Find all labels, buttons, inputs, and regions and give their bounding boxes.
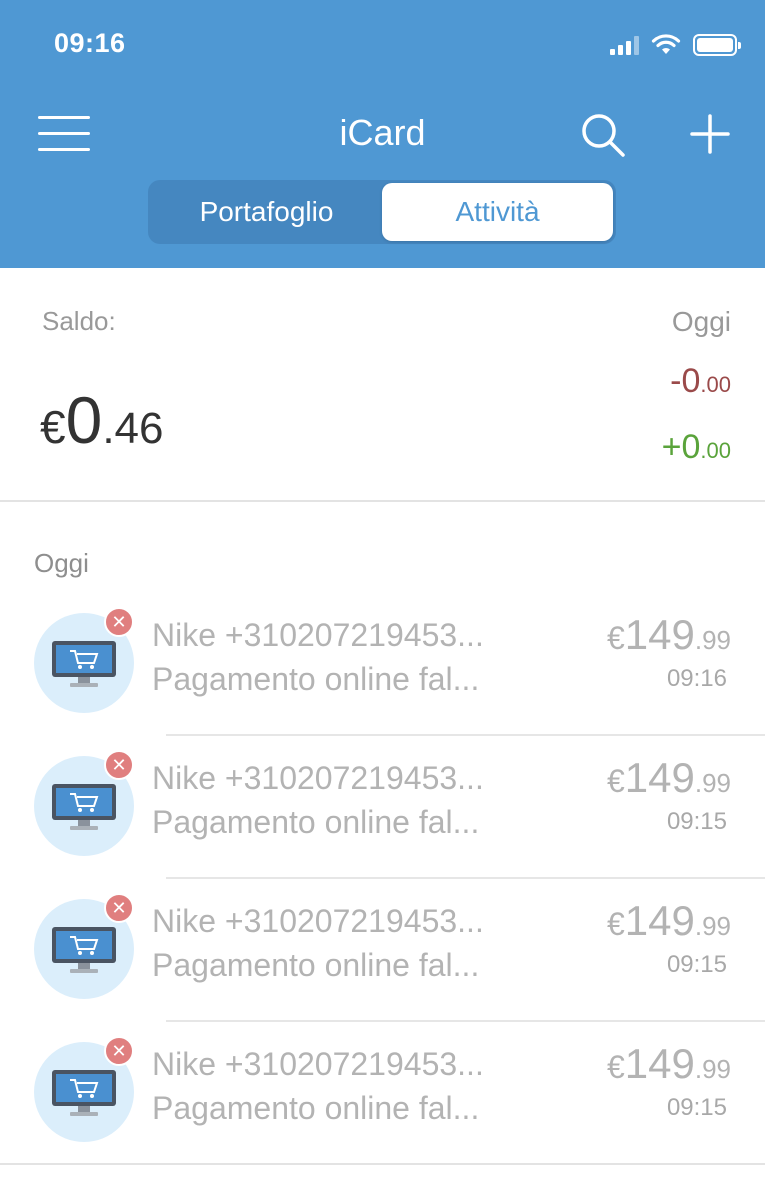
outgoing-integer: -0 <box>670 362 701 400</box>
transaction-time: 09:16 <box>666 665 727 692</box>
incoming-today: +0.00 <box>662 428 731 467</box>
amount-currency: € <box>606 1049 625 1085</box>
status-icons <box>610 32 741 58</box>
status-time: 09:16 <box>54 28 126 58</box>
transaction-description: Pagamento online fal... <box>152 947 480 983</box>
transaction-merchant: Nike +310207219453... <box>152 617 484 653</box>
amount-decimal: .99 <box>694 625 731 655</box>
transaction-time: 09:15 <box>666 951 727 978</box>
close-badge-icon: ✕ <box>104 893 134 923</box>
outgoing-decimal: .00 <box>700 372 731 397</box>
balance-label: Saldo: <box>42 306 116 336</box>
transaction-row[interactable]: ✕ Nike +310207219453... Pagamento online… <box>0 593 765 736</box>
balance-decimal: .46 <box>102 404 164 453</box>
transaction-amount: €149.99 <box>607 611 731 659</box>
transaction-row[interactable]: ✕ Nike +310207219453... Pagamento online… <box>0 879 765 1022</box>
transaction-description: Pagamento online fal... <box>152 661 480 697</box>
transaction-merchant: Nike +310207219453... <box>152 1046 484 1082</box>
amount-integer: 149 <box>624 754 695 801</box>
balance-currency: € <box>40 401 66 453</box>
outgoing-today: -0.00 <box>670 362 731 401</box>
tab-attivita[interactable]: Attività <box>382 183 613 241</box>
amount-decimal: .99 <box>694 768 731 798</box>
computer-cart-icon <box>52 1070 116 1116</box>
balance-amount: €0.46 <box>40 382 163 458</box>
computer-cart-icon <box>52 927 116 973</box>
amount-currency: € <box>606 906 625 942</box>
list-bottom-divider <box>0 1163 765 1165</box>
transaction-time: 09:15 <box>666 808 727 835</box>
balance-integer: 0 <box>65 383 103 457</box>
amount-decimal: .99 <box>694 1054 731 1084</box>
transaction-amount: €149.99 <box>607 897 731 945</box>
wifi-icon <box>651 34 681 54</box>
plus-icon[interactable] <box>690 114 730 154</box>
transaction-time: 09:15 <box>666 1094 727 1121</box>
transaction-description: Pagamento online fal... <box>152 1090 480 1126</box>
transaction-amount: €149.99 <box>607 754 731 802</box>
transaction-row[interactable]: ✕ Nike +310207219453... Pagamento online… <box>0 736 765 879</box>
app-title: iCard <box>339 112 426 153</box>
transaction-row[interactable]: ✕ Nike +310207219453... Pagamento online… <box>0 1022 765 1165</box>
incoming-decimal: .00 <box>700 438 731 463</box>
amount-integer: 149 <box>624 611 695 658</box>
app-header: 09:16 iCard Portafoglio Attività <box>0 0 765 268</box>
computer-cart-icon <box>52 784 116 830</box>
tab-portafoglio[interactable]: Portafoglio <box>151 183 382 241</box>
balance-summary: Saldo: Oggi €0.46 -0.00 +0.00 <box>0 268 765 502</box>
transaction-merchant: Nike +310207219453... <box>152 903 484 939</box>
amount-integer: 149 <box>624 1040 695 1087</box>
search-icon[interactable] <box>580 112 626 158</box>
close-badge-icon: ✕ <box>104 750 134 780</box>
view-segmented-control: Portafoglio Attività <box>148 180 616 244</box>
transaction-description: Pagamento online fal... <box>152 804 480 840</box>
close-badge-icon: ✕ <box>104 607 134 637</box>
close-badge-icon: ✕ <box>104 1036 134 1066</box>
amount-decimal: .99 <box>694 911 731 941</box>
section-header-today: Oggi <box>34 548 89 578</box>
amount-integer: 149 <box>624 897 695 944</box>
incoming-integer: +0 <box>661 428 701 466</box>
computer-cart-icon <box>52 641 116 687</box>
battery-icon <box>693 34 741 56</box>
transaction-amount: €149.99 <box>607 1040 731 1088</box>
cellular-signal-icon <box>610 35 639 55</box>
period-label: Oggi <box>671 306 731 337</box>
transaction-merchant: Nike +310207219453... <box>152 760 484 796</box>
amount-currency: € <box>606 763 625 799</box>
amount-currency: € <box>606 620 625 656</box>
